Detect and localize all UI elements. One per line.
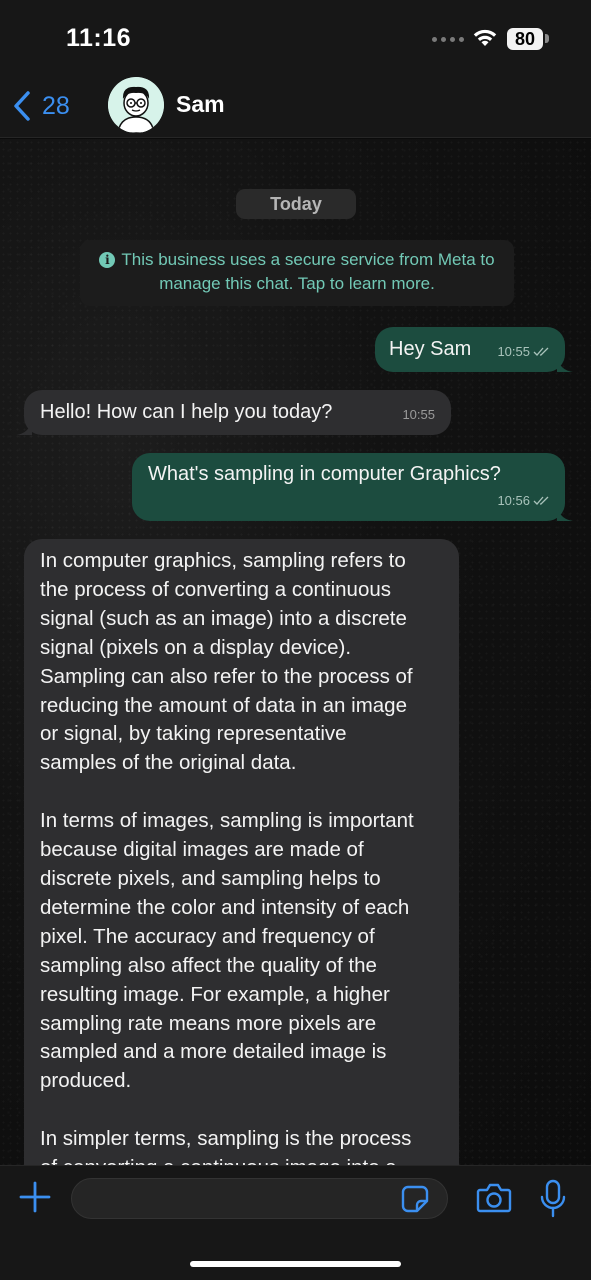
- bubble-tail: [557, 356, 573, 372]
- chat-header: 28 Sam: [0, 72, 591, 138]
- message-time: 10:55: [402, 407, 435, 422]
- message-bubble-incoming[interactable]: In computer graphics, sampling refers to…: [24, 539, 459, 1165]
- bubble-tail: [557, 505, 573, 521]
- battery-indicator: 80: [507, 28, 543, 50]
- message-text: Hello! How can I help you today?: [40, 401, 333, 423]
- bubble-tail: [16, 419, 32, 435]
- encryption-notice-text: This business uses a secure service from…: [121, 250, 495, 293]
- composer-bar: [0, 1165, 591, 1280]
- info-icon: i: [99, 252, 116, 268]
- cellular-signal-icon: [432, 37, 464, 42]
- message-meta: 10:55: [497, 337, 551, 366]
- home-indicator: [190, 1261, 401, 1267]
- microphone-icon[interactable]: [538, 1179, 568, 1219]
- message-bubble-incoming[interactable]: Hello! How can I help you today? 10:55: [16, 390, 451, 435]
- battery-nub: [545, 34, 549, 43]
- message-text: In computer graphics, sampling refers to…: [40, 549, 414, 1165]
- message-bubble-outgoing[interactable]: Hey Sam 10:55: [375, 327, 573, 372]
- chevron-left-icon: [14, 91, 30, 121]
- sticker-icon[interactable]: [400, 1184, 430, 1214]
- message-bubble-outgoing[interactable]: What's sampling in computer Graphics? 10…: [132, 453, 573, 521]
- double-check-icon: [533, 496, 549, 505]
- back-button[interactable]: 28: [12, 86, 70, 126]
- avatar[interactable]: [108, 77, 164, 133]
- status-time: 11:16: [66, 24, 132, 52]
- message-meta: 10:55: [402, 400, 435, 429]
- unread-count: 28: [42, 91, 70, 120]
- camera-icon[interactable]: [476, 1182, 512, 1214]
- status-bar: 11:16 80: [0, 0, 591, 72]
- double-check-icon: [533, 347, 549, 356]
- wifi-icon: [473, 29, 497, 46]
- avatar-illustration-icon: [108, 77, 164, 133]
- message-text: Hey Sam: [389, 338, 472, 360]
- message-input[interactable]: [71, 1178, 448, 1219]
- date-separator: Today: [236, 189, 356, 219]
- contact-name[interactable]: Sam: [176, 91, 225, 118]
- message-text: What's sampling in computer Graphics?: [148, 463, 501, 485]
- chat-area[interactable]: Today i This business uses a secure servi…: [0, 139, 591, 1165]
- message-time: 10:56: [497, 493, 530, 508]
- message-time: 10:55: [497, 344, 530, 359]
- encryption-notice[interactable]: i This business uses a secure service fro…: [80, 240, 514, 306]
- message-meta: 10:56: [497, 486, 551, 515]
- plus-icon[interactable]: [17, 1179, 53, 1215]
